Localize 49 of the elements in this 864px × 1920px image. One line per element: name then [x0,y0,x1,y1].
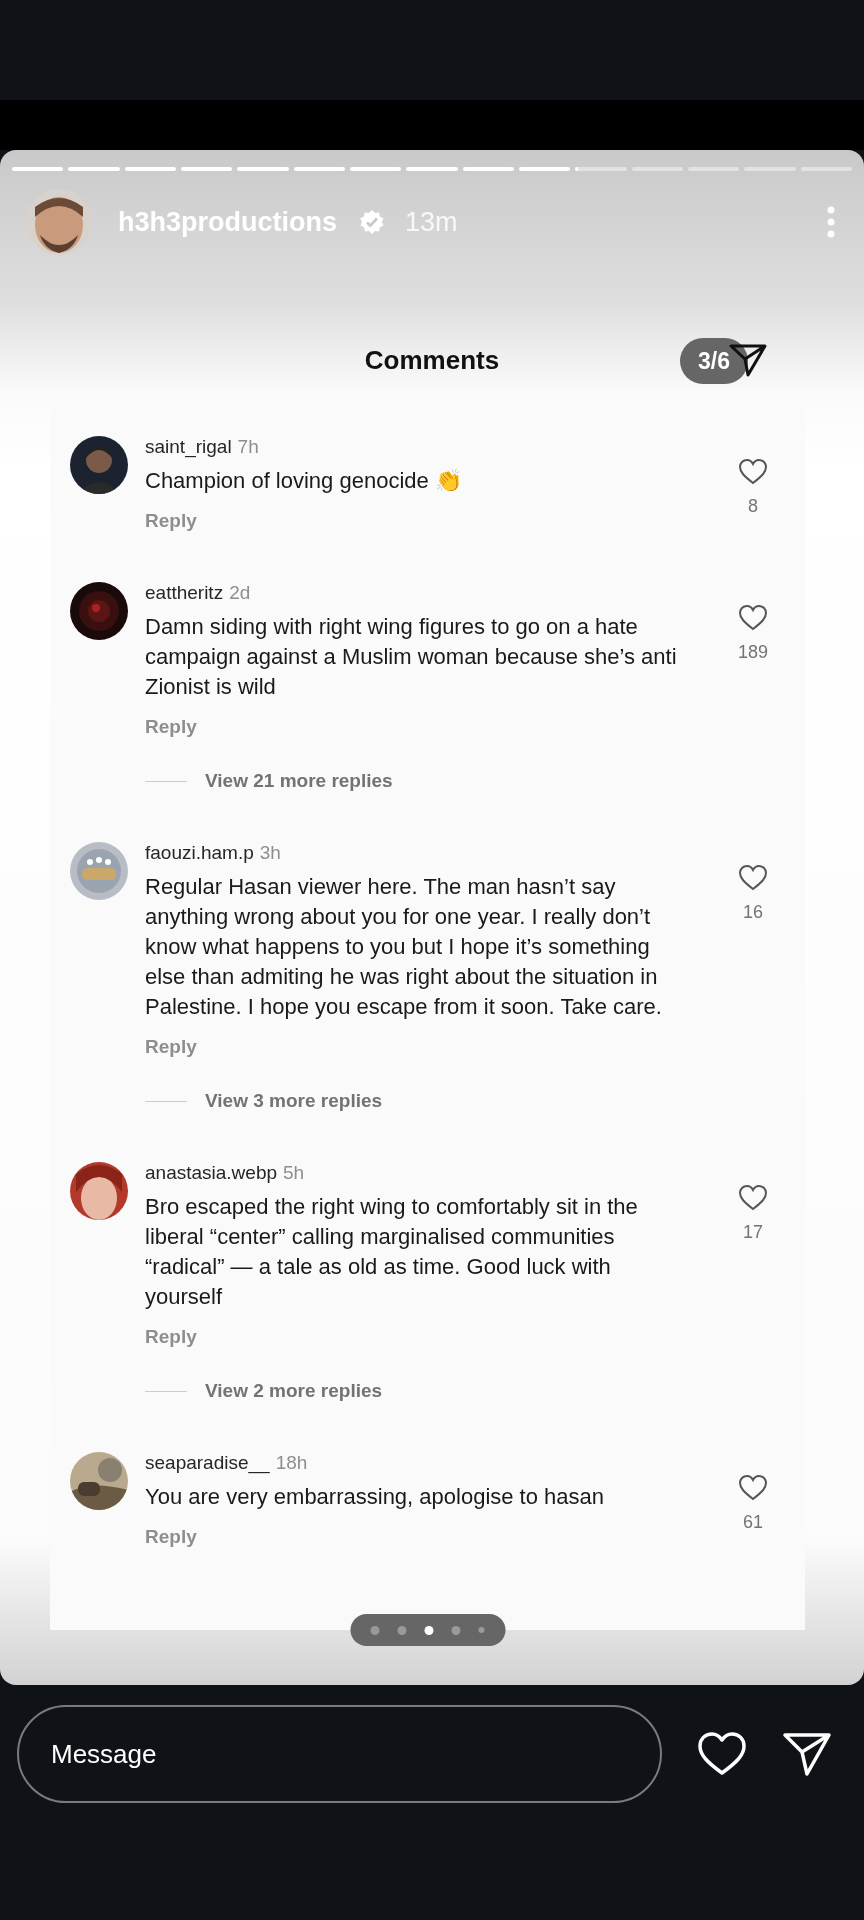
progress-segment [293,167,345,171]
like-count: 17 [743,1222,763,1243]
page-counter: 3/6 [680,338,748,384]
comment-time: 18h [275,1452,308,1473]
progress-segment [406,167,458,171]
heart-icon[interactable] [738,458,768,486]
progress-segment [237,167,289,171]
progress-segment [518,167,571,171]
like-count: 189 [737,642,768,663]
comment-text: Regular Hasan viewer here. The man hasn’t say anything wrong about you for one year. I really don’t know what happens to you but I hope it’s something else than admiting he was right about the situation in Palestine. I hope you escape from it soon. Take care. [145,873,663,1021]
progress-segment [68,167,120,171]
heart-icon[interactable] [697,1731,747,1777]
comment-text: Champion of loving genocide 👏 [145,467,463,495]
reply-link[interactable]: Reply [145,1322,197,1352]
progress-segment [349,167,402,171]
comment-text: Bro escaped the right wing to comfortably sit in the liberal “center” calling marginalised communities “radical” — a tale as old as time. Good luck with yourself [145,1193,639,1311]
message-field[interactable]: Message [17,1705,662,1803]
comment-username[interactable]: eattheritz [145,582,224,603]
heart-icon[interactable] [738,604,768,632]
reply-link[interactable]: Reply [145,1032,197,1062]
comment-time: 3h [259,842,281,863]
comment-username[interactable]: seaparadise__ [145,1452,270,1473]
view-replies-link[interactable]: View 3 more replies [205,1090,383,1112]
comment-time: 5h [283,1162,305,1183]
reply-link[interactable]: Reply [145,1522,197,1552]
view-replies-link[interactable]: View 2 more replies [205,1380,383,1402]
comment-username[interactable]: saint_rigal [145,436,232,457]
comment-username[interactable]: faouzi.ham.p [145,842,254,863]
reply-link[interactable]: Reply [145,712,197,742]
comment-time: 7h [237,436,259,457]
heart-icon[interactable] [738,1184,768,1212]
progress-segment [181,167,233,171]
view-replies-link[interactable]: View 21 more replies [205,770,393,792]
send-icon[interactable] [728,342,768,378]
reply-link[interactable]: Reply [145,506,197,536]
comment-text: Damn siding with right wing figures to go on a hate campaign against a Muslim woman because she’s anti Zionist is wild [145,613,678,701]
progress-segment [12,167,64,171]
progress-segment [462,167,514,171]
heart-icon[interactable] [738,1474,768,1502]
heart-icon[interactable] [738,864,768,892]
comment-text: You are very embarrassing, apologise to hasan [145,1483,606,1511]
like-count: 16 [743,902,763,923]
like-count: 61 [743,1512,763,1533]
like-count: 8 [748,496,758,517]
comment-time: 2d [229,582,251,603]
comments-title: Comments [364,344,500,376]
comment-username[interactable]: anastasia.webp [145,1162,278,1183]
send-icon[interactable] [782,1731,832,1777]
progress-segment [124,167,176,171]
